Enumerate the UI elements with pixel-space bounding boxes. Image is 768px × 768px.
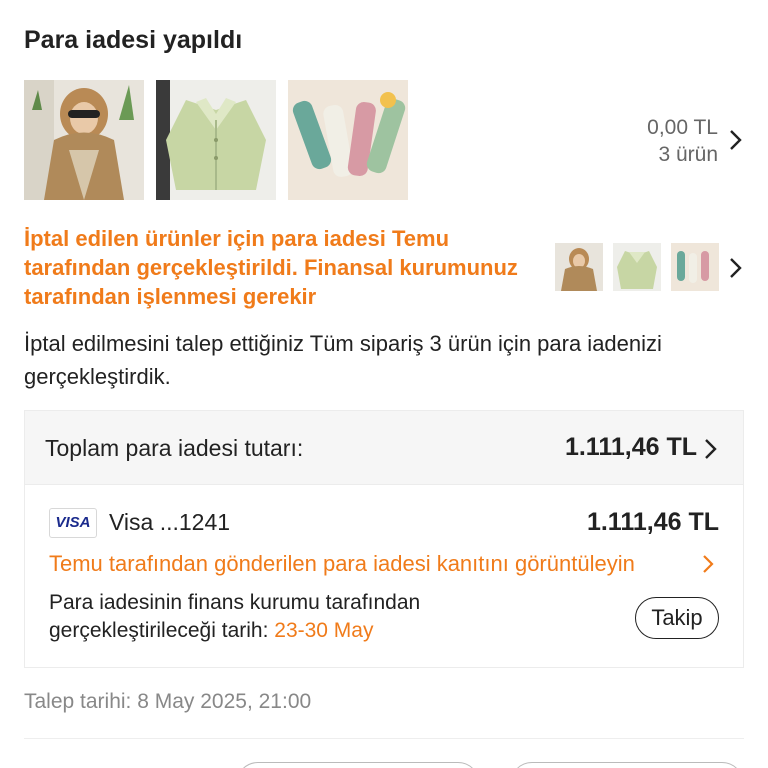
refund-description: İptal edilmesini talep ettiğiniz Tüm sip… (24, 331, 662, 389)
product-image-headscarf[interactable] (24, 80, 144, 200)
chevron-right-icon[interactable] (701, 553, 715, 575)
refund-estimate-date: 23-30 May (274, 619, 374, 642)
items-summary[interactable]: 0,00 TL 3 ürün (647, 114, 718, 168)
mini-product-image-socks[interactable] (671, 243, 719, 291)
divider (24, 738, 744, 739)
track-button[interactable]: Takip (635, 597, 719, 639)
bottom-action-button[interactable] (510, 762, 744, 768)
product-image-socks[interactable] (288, 80, 408, 200)
items-count: 3 ürün (658, 143, 718, 166)
items-total-amount: 0,00 TL (647, 116, 718, 139)
refund-total-row[interactable]: Toplam para iadesi tutarı: 1.111,46 TL (25, 411, 743, 485)
chevron-right-icon[interactable] (728, 128, 744, 152)
bottom-action-button[interactable] (236, 762, 480, 768)
chevron-right-icon[interactable] (728, 256, 744, 280)
refund-total-value: 1.111,46 TL (564, 433, 697, 461)
payment-method: Visa ...1241 (109, 509, 231, 535)
refund-estimate: Para iadesinin finans kurumu tarafından … (49, 589, 589, 645)
page-title: Para iadesi yapıldı (24, 26, 243, 54)
mini-product-image-headscarf[interactable] (555, 243, 603, 291)
product-image-green-blouse[interactable] (156, 80, 276, 200)
refund-proof-link[interactable]: Temu tarafından gönderilen para iadesi k… (49, 551, 635, 577)
mini-product-image-green-blouse[interactable] (613, 243, 661, 291)
refund-status-message: İptal edilen ürünler için para iadesi Te… (24, 226, 518, 309)
chevron-right-icon (705, 439, 717, 459)
request-date: Talep tarihi: 8 May 2025, 21:00 (24, 690, 312, 713)
payment-refund-amount: 1.111,46 TL (586, 508, 719, 536)
refund-total-label: Toplam para iadesi tutarı: (45, 435, 304, 461)
refund-details-card: Toplam para iadesi tutarı: 1.111,46 TL V… (24, 410, 744, 668)
visa-logo-icon: VISA (49, 508, 97, 538)
